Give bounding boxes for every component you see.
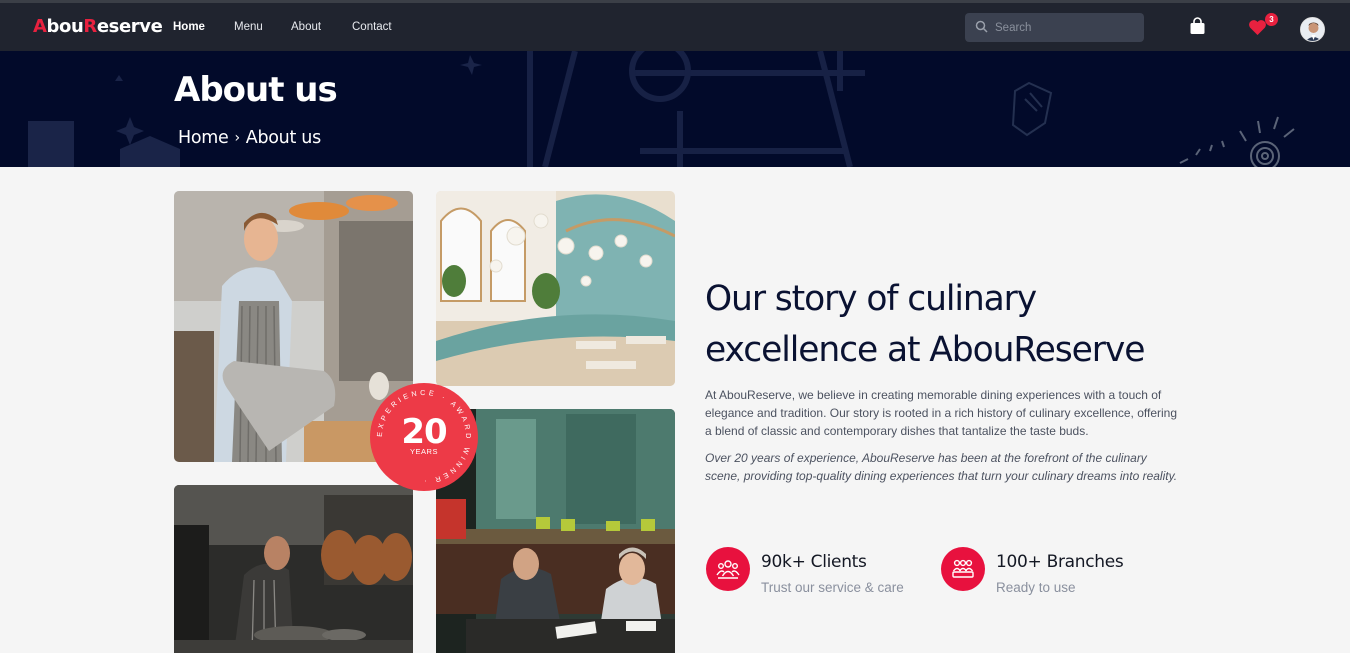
search-icon <box>975 20 988 38</box>
users-icon <box>706 547 750 591</box>
story-heading-line-2: excellence at AbouReserve <box>705 330 1145 370</box>
shopping-bag-icon[interactable] <box>1189 17 1206 40</box>
breadcrumb-current: About us <box>245 128 321 148</box>
nav-link-home[interactable]: Home <box>173 21 205 33</box>
page-title: About us <box>174 70 338 110</box>
nav-link-contact[interactable]: Contact <box>352 21 392 33</box>
avatar[interactable] <box>1300 17 1325 42</box>
nav-link-menu[interactable]: Menu <box>234 21 263 33</box>
story-heading: Our story of culinary excellence at Abou… <box>705 274 1205 376</box>
award-years-label: YEARS <box>410 447 438 456</box>
favorites-count-badge: 3 <box>1265 13 1278 26</box>
award-badge: EXPERIENCE · AWARD WINNER · 20 YEARS <box>370 383 478 491</box>
search-input[interactable] <box>995 13 1135 42</box>
team-icon <box>941 547 985 591</box>
stat-clients-subtitle: Trust our service & care <box>761 580 904 595</box>
stat-branches-title: 100+ Branches <box>996 552 1124 572</box>
heart-icon[interactable] <box>1248 19 1267 41</box>
story-paragraph-1: At AbouReserve, we believe in creating m… <box>705 388 1178 438</box>
logo-letter-r: R <box>83 16 97 37</box>
stat-clients-title: 90k+ Clients <box>761 552 867 572</box>
chef-cooking-photo <box>174 485 413 653</box>
top-navbar: AbouReserve Home Menu About Contact 3 <box>0 0 1350 51</box>
restaurant-interior-photo <box>436 191 675 386</box>
story-paragraph-2: Over 20 years of experience, AbouReserve… <box>705 451 1178 483</box>
logo-letter-a: A <box>33 16 47 37</box>
brand-logo[interactable]: AbouReserve <box>33 16 163 37</box>
story-heading-line-1: Our story of culinary <box>705 279 1037 319</box>
nav-link-about[interactable]: About <box>291 21 321 33</box>
award-years-number: 20 <box>401 412 447 452</box>
breadcrumb-home-link[interactable]: Home <box>178 128 229 148</box>
logo-text-eserve: eserve <box>96 16 163 37</box>
search-box[interactable] <box>965 13 1144 42</box>
breadcrumb: Home › About us <box>178 128 321 148</box>
logo-text-bou: bou <box>46 16 84 37</box>
hero-banner: About us Home › About us <box>0 51 1350 167</box>
stat-branches-subtitle: Ready to use <box>996 580 1076 595</box>
breadcrumb-separator-icon: › <box>234 130 240 146</box>
